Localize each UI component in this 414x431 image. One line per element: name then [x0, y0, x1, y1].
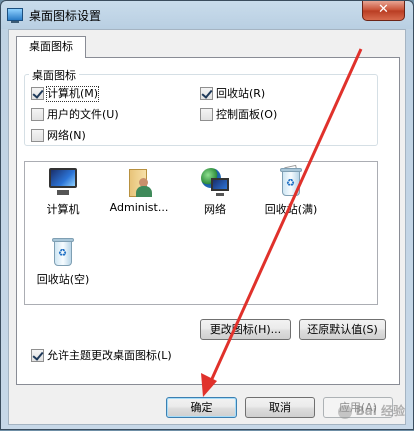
- list-item-recycle-bin-full[interactable]: ♻ 回收站(满): [253, 164, 329, 217]
- checkbox-control-panel[interactable]: 控制面板(O): [200, 108, 277, 123]
- icon-label: 回收站(空): [36, 273, 90, 286]
- checkbox-box[interactable]: [31, 87, 44, 100]
- checkbox-box[interactable]: [200, 108, 213, 121]
- checkbox-label: 网络(N): [47, 129, 86, 142]
- group-label: 桌面图标: [29, 67, 79, 83]
- checkbox-network[interactable]: 网络(N): [31, 129, 86, 144]
- checkbox-label: 回收站(R): [216, 87, 266, 100]
- network-icon: [199, 166, 231, 198]
- checkbox-label: 控制面板(O): [216, 108, 278, 121]
- checkbox-label: 计算机(M): [45, 86, 100, 102]
- checkbox-recycle-bin[interactable]: 回收站(R): [200, 87, 265, 102]
- watermark-text: Bai 经验: [355, 404, 405, 418]
- checkbox-box[interactable]: [31, 129, 44, 142]
- paw-icon: [338, 404, 353, 419]
- icon-label: Administ...: [109, 201, 169, 214]
- list-item-computer[interactable]: 计算机: [25, 166, 101, 217]
- user-folder-icon: [123, 166, 155, 198]
- checkbox-label: 允许主题更改桌面图标(L): [47, 349, 172, 362]
- icon-list[interactable]: 计算机 Administ... 网络 ♻ 回收站(满) ♻ 回收站(空): [24, 161, 378, 305]
- recycle-bin-full-icon: ♻: [275, 164, 307, 198]
- checkbox-user-files[interactable]: 用户的文件(U): [31, 108, 119, 123]
- checkbox-box[interactable]: [31, 108, 44, 121]
- restore-default-button[interactable]: 还原默认值(S): [299, 319, 386, 340]
- list-item-recycle-bin-empty[interactable]: ♻ 回收站(空): [25, 236, 101, 287]
- checkbox-box[interactable]: [31, 349, 44, 362]
- list-item-administrator[interactable]: Administ...: [101, 166, 177, 214]
- dialog-client-area: 桌面图标 桌面图标 计算机(M) 回收站(R) 用户的文件(U) 控制面板(O)…: [8, 29, 406, 425]
- desktop-icon-settings-window: 桌面图标设置 ✕ 桌面图标 桌面图标 计算机(M) 回收站(R) 用户的文件(U…: [0, 0, 414, 430]
- tab-desktop-icons[interactable]: 桌面图标: [16, 36, 86, 58]
- watermark: Bai 经验: [338, 402, 405, 419]
- icon-label: 回收站(满): [264, 203, 318, 216]
- title-bar[interactable]: 桌面图标设置 ✕: [1, 1, 413, 29]
- change-icon-button[interactable]: 更改图标(H)...: [200, 319, 291, 340]
- close-button[interactable]: ✕: [362, 1, 405, 21]
- monitor-icon: [7, 8, 23, 23]
- recycle-bin-empty-icon: ♻: [47, 236, 79, 268]
- checkbox-label: 用户的文件(U): [47, 108, 119, 121]
- checkbox-box[interactable]: [200, 87, 213, 100]
- list-item-network[interactable]: 网络: [177, 166, 253, 217]
- cancel-button[interactable]: 取消: [245, 397, 315, 418]
- window-title: 桌面图标设置: [29, 9, 102, 23]
- ok-button[interactable]: 确定: [166, 397, 237, 418]
- checkbox-allow-themes[interactable]: 允许主题更改桌面图标(L): [31, 349, 172, 364]
- icon-label: 计算机: [46, 203, 80, 216]
- icon-label: 网络: [204, 203, 226, 216]
- checkbox-computer[interactable]: 计算机(M): [31, 86, 100, 102]
- computer-icon: [47, 166, 79, 198]
